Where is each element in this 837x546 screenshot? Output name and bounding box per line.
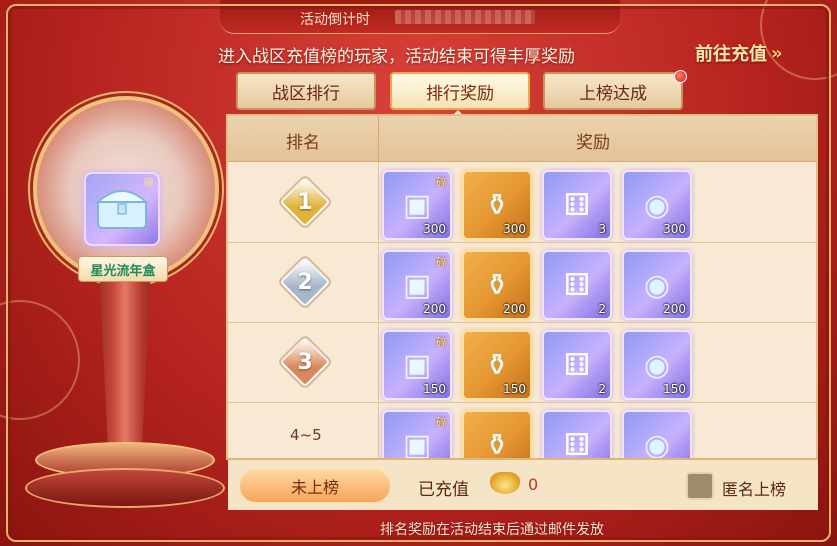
treasure-chest-icon: 碎 bbox=[95, 176, 154, 229]
tab-ranking-achievement[interactable]: 上榜达成 bbox=[543, 70, 687, 110]
tab-zone-ranking[interactable]: 战区排行 bbox=[236, 72, 376, 110]
fragment-badge: 碎 bbox=[436, 416, 447, 429]
reward-item[interactable]: ⚅ 3 bbox=[542, 170, 612, 240]
potion-bottle-icon: ⚱ bbox=[484, 427, 510, 460]
countdown-label: 活动倒计时 bbox=[300, 12, 370, 28]
row-divider bbox=[228, 322, 816, 323]
rank-number: 3 bbox=[297, 349, 313, 375]
reward-count: 200 bbox=[503, 302, 526, 316]
column-divider bbox=[378, 322, 379, 402]
column-divider bbox=[378, 242, 379, 322]
reward-item[interactable]: ⚅ 2 bbox=[542, 330, 612, 400]
reward-item[interactable]: ◉ 150 bbox=[622, 330, 692, 400]
reward-table-panel: 排名 奖励 1 ▣ 碎 300 ⚱ 300 ⚅ 3 ◉ 300 2 ▣ 碎 200 ⚱ 200 ⚅ 2 ◉ 200 3 ▣… bbox=[226, 114, 818, 460]
pedestal-base-lower bbox=[25, 468, 225, 508]
mail-delivery-note: 排名奖励在活动结束后通过邮件发放 bbox=[380, 522, 604, 538]
goto-recharge-label: 前往充值 bbox=[695, 44, 767, 65]
dice-box-icon: ⚅ bbox=[563, 427, 591, 460]
reward-item[interactable]: ◉ 200 bbox=[622, 250, 692, 320]
row-divider bbox=[228, 402, 816, 403]
reward-item[interactable]: ⚱ 300 bbox=[462, 170, 532, 240]
tab-label: 战区排行 bbox=[272, 83, 340, 104]
column-divider bbox=[378, 402, 379, 458]
reward-item[interactable]: ▣ 碎 150 bbox=[382, 330, 452, 400]
pedestal-stem bbox=[99, 282, 151, 452]
table-header: 排名 奖励 bbox=[228, 116, 816, 162]
reward-count: 2 bbox=[598, 382, 606, 396]
reward-count: 150 bbox=[663, 382, 686, 396]
column-divider bbox=[378, 162, 379, 242]
reward-item[interactable]: ▣ 碎 300 bbox=[382, 170, 452, 240]
status-footer: 未上榜 已充值 0 匿名上榜 bbox=[228, 458, 818, 510]
reward-item[interactable]: ⚱ 150 bbox=[462, 330, 532, 400]
event-banner-text: 进入战区充值榜的玩家，活动结束可得丰厚奖励 bbox=[218, 47, 575, 67]
rank-medal-icon: 2 bbox=[276, 256, 334, 308]
reward-count: 2 bbox=[598, 302, 606, 316]
notification-dot-icon bbox=[674, 70, 687, 83]
fragment-badge: 碎 bbox=[436, 176, 447, 189]
rank-medal-icon: 1 bbox=[276, 176, 334, 228]
row-divider bbox=[228, 242, 816, 243]
reward-count: 150 bbox=[423, 382, 446, 396]
rank-number: 1 bbox=[297, 189, 313, 215]
anonymous-checkbox[interactable] bbox=[686, 472, 714, 500]
reward-item[interactable]: ⚱ 200 bbox=[462, 250, 532, 320]
reward-count: 300 bbox=[663, 222, 686, 236]
header-reward: 奖励 bbox=[576, 133, 610, 153]
reward-item[interactable]: ◉ 300 bbox=[622, 170, 692, 240]
header-divider bbox=[378, 116, 379, 161]
tab-ranking-rewards[interactable]: 排行奖励 bbox=[390, 72, 530, 110]
svg-text:碎: 碎 bbox=[144, 176, 154, 189]
recharged-label: 已充值 bbox=[418, 480, 469, 500]
tab-label: 上榜达成 bbox=[579, 83, 647, 104]
reward-item[interactable]: ▣ 碎 200 bbox=[382, 250, 452, 320]
showcase-pedestal bbox=[25, 282, 225, 512]
reward-count: 3 bbox=[598, 222, 606, 236]
anonymous-label: 匿名上榜 bbox=[722, 480, 787, 499]
unranked-button[interactable]: 未上榜 bbox=[238, 468, 392, 504]
tab-label: 排行奖励 bbox=[426, 83, 494, 104]
reward-item[interactable]: ◉ bbox=[622, 410, 692, 460]
recharged-value: 0 bbox=[528, 475, 539, 494]
reward-item[interactable]: ⚅ bbox=[542, 410, 612, 460]
fragment-badge: 碎 bbox=[436, 336, 447, 349]
goto-recharge-button[interactable]: 前往充值 » bbox=[695, 40, 782, 66]
reward-item[interactable]: ⚱ bbox=[462, 410, 532, 460]
rank-range-text: 4~5 bbox=[290, 426, 322, 444]
reward-item[interactable]: ⚅ 2 bbox=[542, 250, 612, 320]
showcase-item-name: 星光流年盒 bbox=[78, 256, 168, 282]
reward-item[interactable]: ▣ 碎 bbox=[382, 410, 452, 458]
countdown-value-blurred bbox=[395, 10, 535, 24]
gold-ingot-icon bbox=[490, 472, 520, 494]
reward-count: 200 bbox=[663, 302, 686, 316]
reward-count: 200 bbox=[423, 302, 446, 316]
rank-number: 2 bbox=[297, 269, 313, 295]
rank-medal-icon: 3 bbox=[276, 336, 334, 388]
fragment-badge: 碎 bbox=[436, 256, 447, 269]
header-rank: 排名 bbox=[286, 133, 320, 153]
showcase-item[interactable]: 碎 bbox=[84, 172, 160, 246]
crystal-orb-icon: ◉ bbox=[643, 427, 671, 460]
reward-count: 300 bbox=[503, 222, 526, 236]
reward-count: 300 bbox=[423, 222, 446, 236]
double-chevron-right-icon: » bbox=[771, 42, 782, 64]
reward-count: 150 bbox=[503, 382, 526, 396]
